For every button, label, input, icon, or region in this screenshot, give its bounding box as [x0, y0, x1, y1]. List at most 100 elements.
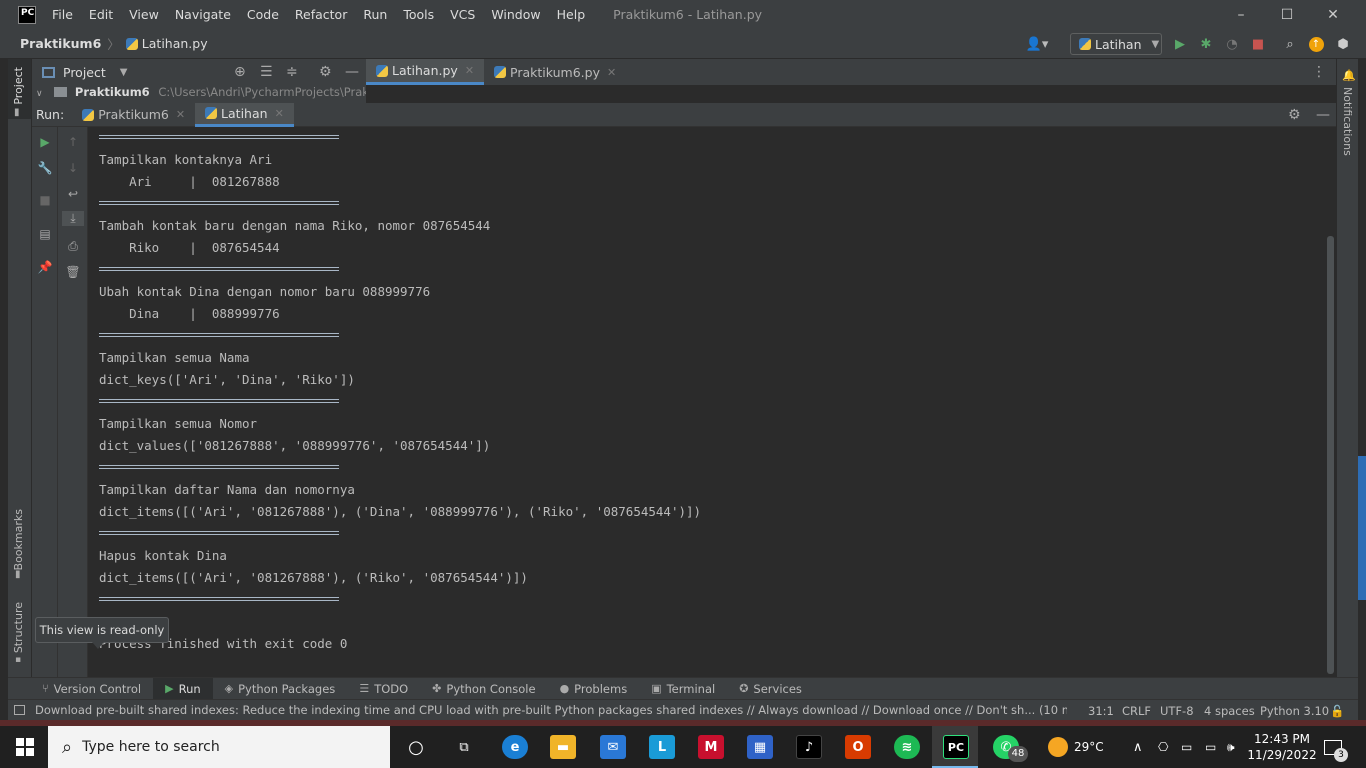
menu-tools[interactable]: Tools [395, 7, 442, 22]
line-separator[interactable]: CRLF [1122, 700, 1151, 720]
l-app-icon[interactable]: L [649, 735, 675, 759]
indent-setting[interactable]: 4 spaces [1204, 700, 1255, 720]
more-options-icon[interactable]: ⋮ [1312, 64, 1326, 80]
menu-refactor[interactable]: Refactor [287, 7, 355, 22]
tab-python-packages[interactable]: ◈ Python Packages [213, 678, 348, 700]
bell-icon[interactable]: 🔔 [1342, 69, 1356, 82]
lock-icon[interactable]: 🔓 [1330, 700, 1344, 720]
windows-start-icon[interactable] [16, 738, 34, 756]
update-icon[interactable]: ↑ [1307, 35, 1325, 53]
caret-position[interactable]: 31:1 [1088, 700, 1114, 720]
menu-code[interactable]: Code [239, 7, 287, 22]
tiktok-icon[interactable]: ♪ [796, 735, 822, 759]
menu-run[interactable]: Run [355, 7, 395, 22]
task-view-icon[interactable]: ⧉ [451, 735, 477, 759]
user-icon[interactable]: 👤▾ [1024, 35, 1050, 53]
run-tab-praktikum6[interactable]: Praktikum6 ✕ [72, 103, 195, 127]
tab-problems[interactable]: ● Problems [548, 678, 640, 700]
edge-icon[interactable]: e [502, 735, 528, 759]
console-output[interactable]: Tampilkan kontaknya Ari Ari | 081267888 … [88, 127, 1326, 677]
project-tool-label[interactable]: Project [12, 67, 25, 105]
tab-terminal[interactable]: ▣ Terminal [639, 678, 727, 700]
wrench-icon[interactable]: 🔧 [32, 161, 58, 175]
store-icon[interactable]: ▦ [747, 735, 773, 759]
run-icon[interactable]: ▶ [1171, 35, 1189, 53]
gear-icon[interactable]: ⚙ [319, 64, 332, 80]
scroll-to-end-icon[interactable]: ⤓ [62, 211, 84, 226]
mail-icon[interactable]: ✉ [600, 735, 626, 759]
soft-wrap-icon[interactable]: ↩ [60, 187, 86, 201]
settings-logo-icon[interactable]: ⬢ [1334, 35, 1352, 53]
cortana-icon[interactable]: ○ [403, 735, 429, 759]
structure-tool-label[interactable]: Structure [12, 602, 25, 653]
hide-panel-icon[interactable]: — [1316, 107, 1330, 123]
layout-icon[interactable]: ▤ [32, 227, 58, 241]
menu-view[interactable]: View [121, 7, 167, 22]
close-icon[interactable]: ✕ [176, 108, 185, 121]
menu-edit[interactable]: Edit [81, 7, 121, 22]
arrow-down-icon[interactable]: ↓ [60, 161, 86, 175]
hide-panel-icon[interactable]: — [345, 64, 359, 80]
office-icon[interactable]: O [845, 735, 871, 759]
stop-icon[interactable]: ■ [32, 193, 58, 207]
notifications-tool-label[interactable]: Notifications [1341, 87, 1354, 156]
menu-window[interactable]: Window [483, 7, 548, 22]
tab-version-control[interactable]: ⑂ Version Control [30, 678, 153, 700]
locate-icon[interactable]: ⊕ [234, 64, 246, 80]
menu-help[interactable]: Help [549, 7, 594, 22]
python-interpreter[interactable]: Python 3.10 [1260, 700, 1329, 720]
chevron-up-icon[interactable]: ∧ [1133, 726, 1143, 768]
run-tab-latihan[interactable]: Latihan ✕ [195, 102, 294, 127]
close-icon[interactable]: ✕ [465, 64, 474, 77]
breadcrumb-project[interactable]: Praktikum6 [20, 36, 101, 51]
windows-taskbar: ⌕ Type here to search ○ ⧉ e ▬ ✉ L M ▦ ♪ … [0, 726, 1366, 768]
weather-widget[interactable]: 29°C [1048, 726, 1104, 768]
minimize-button[interactable]: – [1218, 0, 1264, 29]
maximize-button[interactable]: ☐ [1264, 0, 1310, 29]
chevron-down-icon[interactable]: ∨ [36, 89, 43, 99]
collapse-all-icon[interactable]: ≑ [286, 64, 298, 80]
bookmarks-tool-label[interactable]: Bookmarks [12, 509, 25, 570]
breadcrumb-file[interactable]: Latihan.py [142, 36, 208, 51]
tab-latihan[interactable]: Latihan.py ✕ [366, 59, 485, 85]
file-explorer-icon[interactable]: ▬ [550, 735, 576, 759]
tab-python-console[interactable]: ✤ Python Console [420, 678, 547, 700]
gear-icon[interactable]: ⚙ [1288, 107, 1301, 123]
project-panel-title[interactable]: Project [63, 65, 106, 80]
display-icon[interactable]: ▭ [1181, 726, 1192, 768]
battery-icon[interactable]: ▭ [1205, 726, 1216, 768]
run-config-selector[interactable]: Latihan ▼ [1070, 33, 1162, 55]
camera-icon[interactable]: ⎔ [1158, 726, 1168, 768]
close-icon[interactable]: ✕ [275, 107, 284, 120]
menu-file[interactable]: File [44, 7, 81, 22]
chevron-down-icon[interactable]: ▼ [120, 67, 128, 78]
file-encoding[interactable]: UTF-8 [1160, 700, 1194, 720]
volume-icon[interactable]: 🕪 [1227, 726, 1235, 768]
pin-icon[interactable]: 📌 [32, 260, 58, 274]
scrollbar-thumb[interactable] [1327, 236, 1334, 674]
clock[interactable]: 12:43 PM 11/29/2022 [1247, 726, 1316, 768]
trash-icon[interactable]: 🗑 [60, 265, 86, 279]
tab-todo[interactable]: ☰ TODO [347, 678, 420, 700]
tab-praktikum6[interactable]: Praktikum6.py ✕ [484, 59, 626, 85]
arrow-up-icon[interactable]: ↑ [60, 135, 86, 149]
search-icon[interactable]: ⌕ [1281, 35, 1299, 53]
status-message[interactable]: Download pre-built shared indexes: Reduc… [35, 703, 1067, 717]
rerun-icon[interactable]: ▶ [32, 135, 58, 149]
taskbar-search[interactable]: ⌕ Type here to search [48, 726, 390, 768]
spotify-icon[interactable]: ≋ [894, 735, 920, 759]
menu-navigate[interactable]: Navigate [167, 7, 239, 22]
close-icon[interactable]: ✕ [607, 66, 616, 79]
tab-services[interactable]: ✪ Services [727, 678, 814, 700]
print-icon[interactable]: ⎙ [60, 239, 86, 254]
expand-all-icon[interactable]: ☰ [260, 64, 273, 80]
panel-toggle-icon[interactable] [14, 705, 25, 715]
debug-icon[interactable]: ✱ [1197, 35, 1215, 53]
close-window-button[interactable]: ✕ [1310, 0, 1356, 29]
tab-run[interactable]: ▶ Run [153, 677, 213, 700]
stop-icon[interactable]: ■ [1249, 35, 1267, 53]
mcafee-icon[interactable]: M [698, 735, 724, 759]
menu-vcs[interactable]: VCS [442, 7, 483, 22]
coverage-icon[interactable]: ◔ [1223, 35, 1241, 53]
project-tree-row[interactable]: ∨ Praktikum6 C:\Users\Andri\PycharmProje… [32, 85, 366, 103]
